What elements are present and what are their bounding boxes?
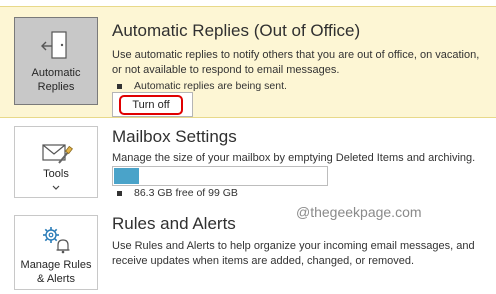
turn-off-button-container: Turn off <box>112 92 193 117</box>
mailbox-settings-title: Mailbox Settings <box>112 127 237 146</box>
turn-off-button[interactable]: Turn off <box>119 95 183 115</box>
mail-tools-icon <box>42 144 73 164</box>
mailbox-quota-progress-bar <box>112 166 328 186</box>
mailbox-quota-progress-fill <box>114 168 140 184</box>
manage-rules-alerts-tile[interactable]: Manage Rules & Alerts <box>14 215 98 290</box>
automatic-replies-section: Automatic Replies Automatic Replies (Out… <box>0 6 496 118</box>
door-arrow-icon <box>41 31 67 59</box>
bullet-icon <box>117 83 122 89</box>
tools-tile[interactable]: Tools <box>14 126 98 198</box>
rules-alerts-description: Use Rules and Alerts to help organize yo… <box>112 240 475 267</box>
rules-alerts-title: Rules and Alerts <box>112 214 236 233</box>
chevron-down-icon <box>52 185 60 190</box>
gear-bell-icon <box>43 227 70 254</box>
automatic-replies-status: Automatic replies are being sent. <box>117 80 287 92</box>
automatic-replies-description: Use automatic replies to notify others t… <box>112 49 480 76</box>
watermark: @thegeekpage.com <box>296 204 422 220</box>
mailbox-settings-section: Tools Mailbox Settings Manage the size o… <box>0 124 496 204</box>
automatic-replies-tile-label: Automatic Replies <box>31 67 81 93</box>
tools-tile-label: Tools <box>43 168 69 180</box>
rules-alerts-section: Manage Rules & Alerts Rules and Alerts U… <box>0 212 496 294</box>
automatic-replies-title: Automatic Replies (Out of Office) <box>112 21 361 40</box>
mailbox-quota-text: 86.3 GB free of 99 GB <box>134 187 238 199</box>
mailbox-quota-status: 86.3 GB free of 99 GB <box>117 187 238 199</box>
bullet-icon <box>117 190 122 196</box>
manage-rules-tile-label-line2: & Alerts <box>37 273 75 285</box>
manage-rules-tile-label-line1: Manage Rules <box>20 259 92 271</box>
automatic-replies-status-text: Automatic replies are being sent. <box>134 80 287 92</box>
mailbox-settings-description: Manage the size of your mailbox by empty… <box>112 152 476 164</box>
automatic-replies-tile[interactable]: Automatic Replies <box>14 17 98 105</box>
